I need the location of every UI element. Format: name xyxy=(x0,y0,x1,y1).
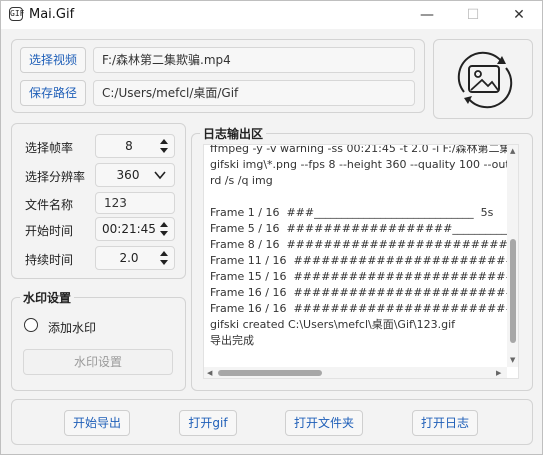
log-text: ffmpeg -y -v warning -ss 00:21:45 -t 2.0… xyxy=(210,144,519,347)
start-time-spinbox[interactable]: 00:21:45 xyxy=(95,217,175,241)
filename-label: 文件名称 xyxy=(25,198,74,212)
spin-arrows-icon[interactable] xyxy=(160,250,168,266)
fps-label: 选择帧率 xyxy=(25,141,74,155)
horizontal-scroll-thumb[interactable] xyxy=(218,370,322,376)
maximize-button[interactable]: ☐ xyxy=(450,1,496,29)
add-watermark-radio[interactable] xyxy=(24,318,38,332)
scroll-down-icon[interactable]: ▼ xyxy=(510,356,515,364)
close-button[interactable]: ✕ xyxy=(496,1,542,29)
start-time-value: 00:21:45 xyxy=(102,222,156,236)
start-export-button[interactable]: 开始导出 xyxy=(64,410,130,436)
title-bar: GIF Mai.Gif — ☐ ✕ xyxy=(1,1,542,29)
vertical-scrollbar[interactable]: ▲ ▼ xyxy=(507,145,518,367)
add-watermark-label[interactable]: 添加水印 xyxy=(48,319,96,336)
duration-label: 持续时间 xyxy=(25,253,74,267)
start-time-label: 开始时间 xyxy=(25,224,74,238)
select-video-button[interactable]: 选择视频 xyxy=(20,47,86,73)
open-gif-button[interactable]: 打开gif xyxy=(179,410,237,436)
scroll-up-icon[interactable]: ▲ xyxy=(510,147,515,155)
scroll-left-icon[interactable]: ◀ xyxy=(207,369,212,377)
log-section-title: 日志输出区 xyxy=(200,125,267,142)
resolution-value: 360 xyxy=(116,168,140,182)
save-path-button[interactable]: 保存路径 xyxy=(20,80,86,106)
chevron-down-icon[interactable] xyxy=(154,169,166,184)
watermark-panel xyxy=(11,297,186,391)
preview-box[interactable] xyxy=(433,39,533,119)
scroll-right-icon[interactable]: ▶ xyxy=(496,369,501,377)
app-logo-icon: GIF xyxy=(9,7,24,21)
duration-spinbox[interactable]: 2.0 xyxy=(95,246,175,270)
vertical-scroll-thumb[interactable] xyxy=(510,239,516,343)
spin-arrows-icon[interactable] xyxy=(160,221,168,237)
save-path-field[interactable]: C:/Users/mefcl/桌面/Gif xyxy=(93,80,415,106)
spin-arrows-icon[interactable] xyxy=(160,138,168,154)
log-output[interactable]: ffmpeg -y -v warning -ss 00:21:45 -t 2.0… xyxy=(203,144,519,379)
fps-value: 8 xyxy=(125,139,133,153)
open-log-button[interactable]: 打开日志 xyxy=(412,410,478,436)
image-refresh-icon xyxy=(457,51,513,109)
horizontal-scrollbar[interactable]: ◀ ▶ xyxy=(204,367,507,378)
filename-input[interactable]: 123 xyxy=(95,192,175,214)
resolution-label: 选择分辨率 xyxy=(25,170,86,184)
minimize-button[interactable]: — xyxy=(404,1,450,29)
watermark-section-title: 水印设置 xyxy=(20,289,75,306)
open-folder-button[interactable]: 打开文件夹 xyxy=(285,410,363,436)
fps-spinbox[interactable]: 8 xyxy=(95,134,175,158)
video-path-field[interactable]: F:/森林第二集欺骗.mp4 xyxy=(93,47,415,73)
app-window: GIF Mai.Gif — ☐ ✕ 选择视频 F:/森林第二集欺骗.mp4 保存… xyxy=(0,0,543,455)
duration-value: 2.0 xyxy=(119,251,139,265)
resolution-combobox[interactable]: 360 xyxy=(95,163,175,187)
watermark-settings-button[interactable]: 水印设置 xyxy=(23,349,173,375)
window-title: Mai.Gif xyxy=(29,7,75,22)
